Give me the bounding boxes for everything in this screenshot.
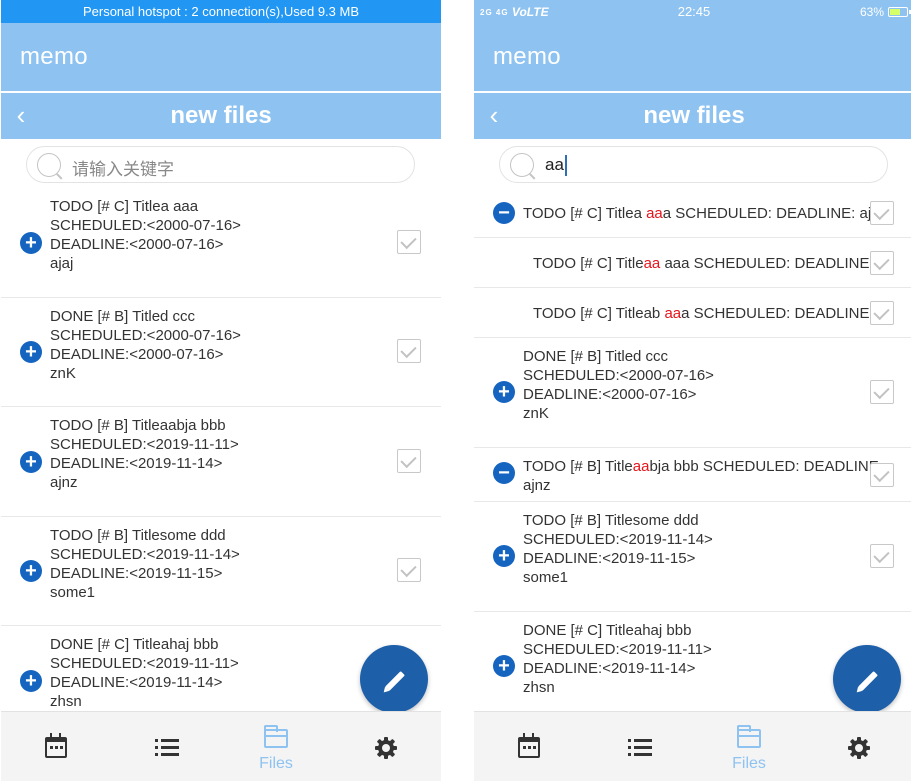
bottom-tab-bar: Files [474, 711, 911, 781]
done-checkbox[interactable] [870, 463, 894, 487]
folder-icon [737, 725, 761, 748]
search-icon [37, 153, 61, 177]
list-item[interactable]: − TODO [# B] Titleaabja bbb SCHEDULED: D… [474, 448, 911, 502]
clock: 22:45 [677, 4, 711, 19]
list-item[interactable]: − TODO [# C] Titlea aaa SCHEDULED: DEADL… [474, 188, 911, 238]
done-checkbox[interactable] [870, 544, 894, 568]
item-text: TODO [# B] Titlesome ddd SCHEDULED:<2019-… [523, 512, 713, 586]
search-field[interactable]: aa [499, 146, 888, 183]
page-title: new files [170, 102, 272, 129]
list-item[interactable]: + TODO [# C] Titlea aaa SCHEDULED:<2000-0… [1, 188, 441, 298]
edit-fab-button[interactable] [833, 645, 901, 713]
item-text: DONE [# C] Titleahaj bbb SCHEDULED:<2019-… [50, 636, 239, 710]
gear-icon [848, 737, 870, 759]
list-item[interactable]: + DONE [# B] Titled ccc SCHEDULED:<2000-0… [474, 338, 911, 448]
done-checkbox[interactable] [397, 449, 421, 473]
item-text: TODO [# C] Titleab aaa SCHEDULED: DEADLI… [533, 305, 882, 322]
tab-settings[interactable] [331, 712, 441, 781]
folder-icon [264, 725, 288, 748]
list-item[interactable]: + TODO [# B] Titleaabja bbb SCHEDULED:<20… [1, 407, 441, 517]
app-title: memo [20, 43, 88, 70]
system-status-bar: 2G 4G VoLTE 22:45 63% [474, 0, 911, 23]
sub-header: ‹ new files [1, 93, 441, 139]
search-field[interactable]: 请输入关键字 [26, 146, 415, 183]
hotspot-status-text: Personal hotspot : 2 connection(s),Used … [82, 4, 360, 19]
sub-header: ‹ new files [474, 93, 911, 139]
item-text: TODO [# C] Titlea aaa SCHEDULED: DEADLIN… [523, 205, 873, 222]
search-icon [510, 153, 534, 177]
list-item[interactable]: + TODO [# B] Titlesome ddd SCHEDULED:<201… [1, 517, 441, 626]
child-list-item[interactable]: TODO [# C] Titleab aaa SCHEDULED: DEADLI… [474, 288, 911, 338]
list-item[interactable]: + DONE [# B] Titled ccc SCHEDULED:<2000-0… [1, 298, 441, 407]
expand-icon[interactable]: + [20, 451, 42, 473]
item-text: TODO [# C] Titlea aaa SCHEDULED:<2000-07-… [50, 198, 241, 272]
expand-icon[interactable]: + [20, 232, 42, 254]
item-text: TODO [# B] Titleaabja bbb SCHEDULED:<2019… [50, 417, 239, 491]
page-title: new files [643, 102, 745, 129]
battery-indicator: 63% [859, 0, 911, 24]
tab-settings[interactable] [804, 712, 911, 781]
search-input[interactable]: 请输入关键字 [72, 155, 174, 180]
battery-percent: 63% [859, 5, 884, 19]
item-text: DONE [# B] Titled ccc SCHEDULED:<2000-07-… [523, 348, 714, 422]
battery-icon [888, 7, 911, 17]
done-checkbox[interactable] [397, 339, 421, 363]
item-text: TODO [# B] Titleaabja bbb SCHEDULED: DEA… [523, 458, 878, 494]
tab-list[interactable] [584, 712, 694, 781]
tab-files[interactable]: Files [694, 712, 804, 781]
calendar-icon [518, 733, 540, 758]
expand-icon[interactable]: + [493, 655, 515, 677]
calendar-icon [45, 733, 67, 758]
app-bar: memo [1, 23, 441, 91]
item-text: DONE [# C] Titleahaj bbb SCHEDULED:<2019-… [523, 622, 712, 696]
expand-icon[interactable]: + [493, 545, 515, 567]
tab-list[interactable] [111, 712, 221, 781]
done-checkbox[interactable] [870, 380, 894, 404]
item-text: DONE [# B] Titled ccc SCHEDULED:<2000-07-… [50, 308, 241, 382]
done-checkbox[interactable] [870, 201, 894, 225]
done-checkbox[interactable] [397, 230, 421, 254]
expand-icon[interactable]: + [20, 560, 42, 582]
item-text: TODO [# C] Titleaa aaa SCHEDULED: DEADLI… [533, 255, 882, 272]
tab-files-label: Files [732, 755, 766, 772]
expand-icon[interactable]: + [493, 381, 515, 403]
expand-icon[interactable]: + [20, 670, 42, 692]
gear-icon [375, 737, 397, 759]
item-text: TODO [# B] Titlesome ddd SCHEDULED:<2019-… [50, 527, 240, 601]
expand-icon[interactable]: + [20, 341, 42, 363]
app-title: memo [493, 43, 561, 70]
tab-files[interactable]: Files [221, 712, 331, 781]
app-bar: memo [474, 23, 911, 91]
collapse-icon[interactable]: − [493, 202, 515, 224]
pencil-icon [385, 671, 405, 691]
phone-screen-left: Personal hotspot : 2 connection(s),Used … [1, 0, 441, 781]
bottom-tab-bar: Files [1, 711, 441, 781]
memo-list: − TODO [# C] Titlea aaa SCHEDULED: DEADL… [474, 188, 911, 722]
list-item[interactable]: + TODO [# B] Titlesome ddd SCHEDULED:<201… [474, 502, 911, 612]
pencil-icon [858, 671, 878, 691]
done-checkbox[interactable] [397, 558, 421, 582]
text-cursor [564, 155, 567, 177]
child-list-item[interactable]: TODO [# C] Titleaa aaa SCHEDULED: DEADLI… [474, 238, 911, 288]
list-icon [628, 739, 652, 757]
done-checkbox[interactable] [870, 301, 894, 325]
edit-fab-button[interactable] [360, 645, 428, 713]
hotspot-status-bar: Personal hotspot : 2 connection(s),Used … [1, 0, 441, 23]
tab-calendar[interactable] [1, 712, 111, 781]
tab-files-label: Files [259, 755, 293, 772]
search-input[interactable]: aa [545, 155, 567, 177]
done-checkbox[interactable] [870, 251, 894, 275]
phone-screen-right: 2G 4G VoLTE 22:45 63% memo ‹ new files a… [474, 0, 911, 781]
tab-calendar[interactable] [474, 712, 584, 781]
collapse-icon[interactable]: − [493, 462, 515, 484]
list-icon [155, 739, 179, 757]
